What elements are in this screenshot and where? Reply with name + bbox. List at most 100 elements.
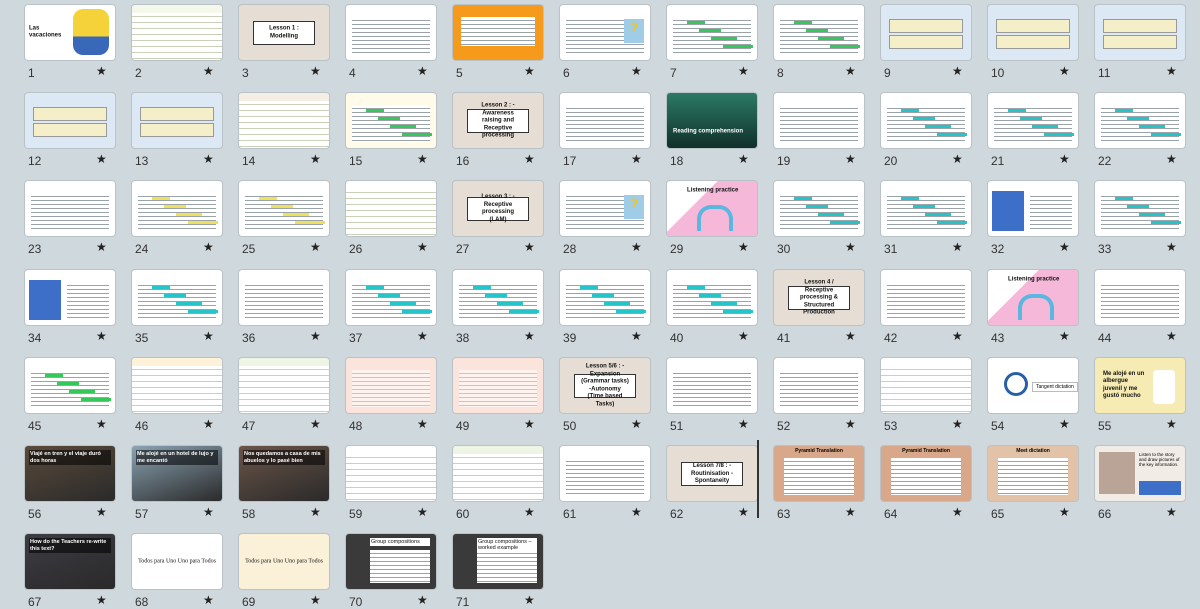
star-icon[interactable]: ★ (417, 240, 428, 254)
slide-thumbnail[interactable] (667, 270, 757, 325)
slide-tile[interactable]: 35 ★ (107, 265, 222, 345)
star-icon[interactable]: ★ (310, 329, 321, 343)
star-icon[interactable]: ★ (845, 64, 856, 78)
star-icon[interactable]: ★ (203, 64, 214, 78)
star-icon[interactable]: ★ (738, 505, 749, 519)
slide-tile[interactable]: 4 ★ (321, 0, 436, 80)
slide-thumbnail[interactable] (881, 270, 971, 325)
star-icon[interactable]: ★ (738, 417, 749, 431)
slide-thumbnail[interactable] (346, 270, 436, 325)
star-icon[interactable]: ★ (96, 64, 107, 78)
slide-thumbnail[interactable] (132, 5, 222, 60)
slide-thumbnail[interactable] (346, 181, 436, 236)
slide-tile[interactable]: 60 ★ (428, 441, 543, 521)
slide-tile[interactable]: 23 ★ (0, 176, 115, 256)
star-icon[interactable]: ★ (1166, 240, 1177, 254)
star-icon[interactable]: ★ (417, 152, 428, 166)
slide-tile[interactable]: How do the Teachers re-write this text? 6… (0, 529, 115, 609)
slide-tile[interactable]: Lesson 1 : Modelling 3 ★ (214, 0, 329, 80)
star-icon[interactable]: ★ (845, 329, 856, 343)
slide-tile[interactable]: 5 ★ (428, 0, 543, 80)
slide-tile[interactable]: 22 ★ (1070, 88, 1185, 168)
slide-thumbnail[interactable]: Pyramid Translation (774, 446, 864, 501)
slide-tile[interactable]: 14 ★ (214, 88, 329, 168)
star-icon[interactable]: ★ (203, 152, 214, 166)
slide-thumbnail[interactable] (774, 358, 864, 413)
slide-tile[interactable]: Listening practice 29 ★ (642, 176, 757, 256)
slide-thumbnail[interactable]: Viajé en tren y el viaje duró dos horas (25, 446, 115, 501)
slide-tile[interactable]: 42 ★ (856, 265, 971, 345)
slide-thumbnail[interactable] (239, 93, 329, 148)
slide-tile[interactable]: Lesson 2 : -Awareness raising and Recept… (428, 88, 543, 168)
slide-thumbnail[interactable] (560, 446, 650, 501)
star-icon[interactable]: ★ (952, 240, 963, 254)
slide-tile[interactable]: Nos quedamos a casa de mis abuelos y lo … (214, 441, 329, 521)
star-icon[interactable]: ★ (96, 152, 107, 166)
slide-thumbnail[interactable] (346, 358, 436, 413)
slide-thumbnail[interactable] (25, 181, 115, 236)
slide-thumbnail[interactable]: How do the Teachers re-write this text? (25, 534, 115, 589)
star-icon[interactable]: ★ (524, 240, 535, 254)
star-icon[interactable]: ★ (952, 329, 963, 343)
slide-tile[interactable]: 39 ★ (535, 265, 650, 345)
slide-thumbnail[interactable] (1095, 181, 1185, 236)
slide-tile[interactable]: Lesson 7/8 : -Routinisation -Spontaneity… (642, 441, 757, 521)
star-icon[interactable]: ★ (524, 64, 535, 78)
slide-thumbnail[interactable]: ? (560, 5, 650, 60)
star-icon[interactable]: ★ (738, 329, 749, 343)
slide-thumbnail[interactable] (132, 358, 222, 413)
slide-thumbnail[interactable] (453, 446, 543, 501)
slide-thumbnail[interactable] (774, 93, 864, 148)
slide-thumbnail[interactable] (132, 270, 222, 325)
star-icon[interactable]: ★ (417, 329, 428, 343)
slide-tile[interactable]: 24 ★ (107, 176, 222, 256)
slide-tile[interactable]: 38 ★ (428, 265, 543, 345)
slide-thumbnail[interactable]: Meet dictation (988, 446, 1078, 501)
slide-thumbnail[interactable] (453, 358, 543, 413)
slide-thumbnail[interactable]: ? (560, 181, 650, 236)
slide-tile[interactable]: Reading comprehension 18 ★ (642, 88, 757, 168)
star-icon[interactable]: ★ (96, 593, 107, 607)
slide-tile[interactable]: 12 ★ (0, 88, 115, 168)
slide-tile[interactable]: 51 ★ (642, 353, 757, 433)
slide-thumbnail[interactable]: Lesson 2 : -Awareness raising and Recept… (453, 93, 543, 148)
slide-thumbnail[interactable] (988, 5, 1078, 60)
slide-tile[interactable]: 7 ★ (642, 0, 757, 80)
slide-thumbnail[interactable] (881, 5, 971, 60)
star-icon[interactable]: ★ (310, 505, 321, 519)
star-icon[interactable]: ★ (1166, 329, 1177, 343)
slide-tile[interactable]: Todos para Uno Uno para Todos 69 ★ (214, 529, 329, 609)
slide-thumbnail[interactable]: Lesson 5/6 : -Expansion (Grammar tasks) … (560, 358, 650, 413)
slide-tile[interactable]: 46 ★ (107, 353, 222, 433)
star-icon[interactable]: ★ (417, 593, 428, 607)
star-icon[interactable]: ★ (310, 240, 321, 254)
slide-tile[interactable]: Me alojé en un hotel de lujo y me encant… (107, 441, 222, 521)
slide-tile[interactable]: Group compositions 70 ★ (321, 529, 436, 609)
star-icon[interactable]: ★ (1059, 240, 1070, 254)
star-icon[interactable]: ★ (524, 417, 535, 431)
star-icon[interactable]: ★ (738, 64, 749, 78)
slide-thumbnail[interactable] (25, 93, 115, 148)
slide-thumbnail[interactable] (988, 181, 1078, 236)
star-icon[interactable]: ★ (1059, 152, 1070, 166)
slide-tile[interactable]: 61 ★ (535, 441, 650, 521)
slide-thumbnail[interactable] (25, 270, 115, 325)
slide-thumbnail[interactable] (132, 181, 222, 236)
slide-tile[interactable]: Listening practice 43 ★ (963, 265, 1078, 345)
slide-thumbnail[interactable] (239, 181, 329, 236)
star-icon[interactable]: ★ (524, 329, 535, 343)
slide-thumbnail[interactable]: Listening practice (667, 181, 757, 236)
slide-thumbnail[interactable]: Lesson 3 : -Receptive processing (LAM) (453, 181, 543, 236)
slide-thumbnail[interactable] (667, 358, 757, 413)
star-icon[interactable]: ★ (1166, 152, 1177, 166)
slide-tile[interactable]: 49 ★ (428, 353, 543, 433)
slide-tile[interactable]: 32 ★ (963, 176, 1078, 256)
slide-tile[interactable]: Lesson 3 : -Receptive processing (LAM) 27… (428, 176, 543, 256)
slide-tile[interactable]: 40 ★ (642, 265, 757, 345)
star-icon[interactable]: ★ (738, 152, 749, 166)
slide-thumbnail[interactable] (453, 5, 543, 60)
slide-tile[interactable]: 2 ★ (107, 0, 222, 80)
slide-tile[interactable]: 21 ★ (963, 88, 1078, 168)
star-icon[interactable]: ★ (524, 505, 535, 519)
slide-tile[interactable]: 44 ★ (1070, 265, 1185, 345)
